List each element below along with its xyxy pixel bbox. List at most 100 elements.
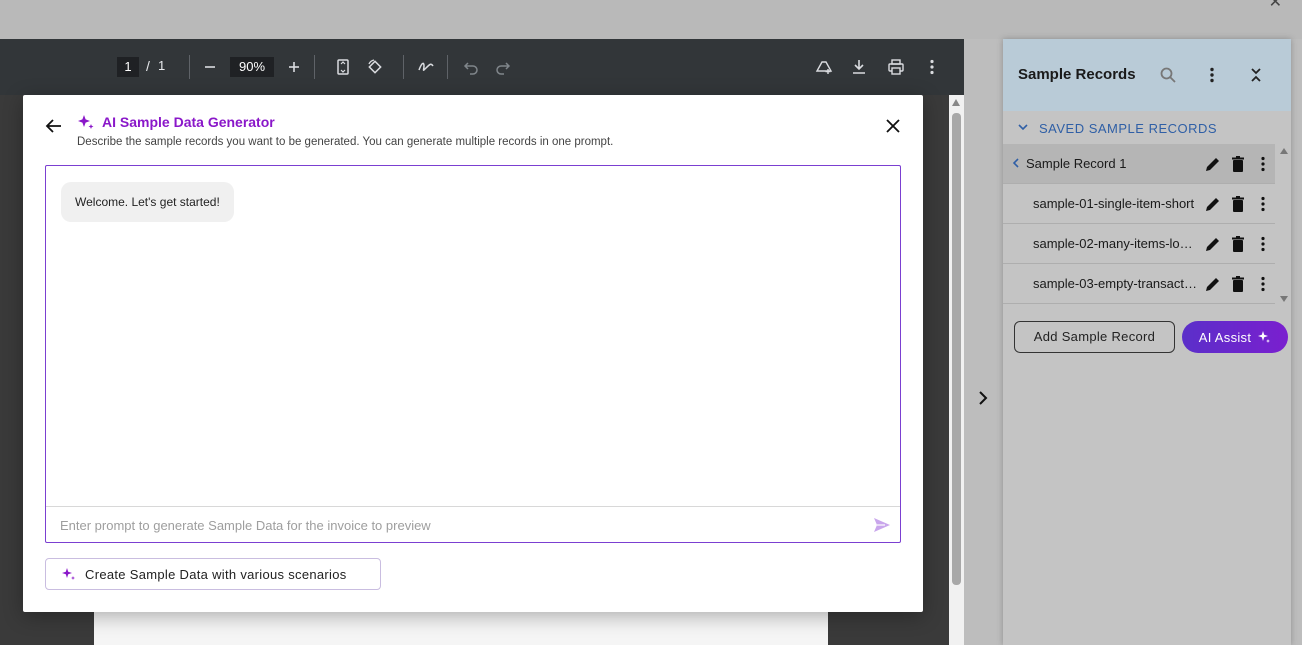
sparkle-icon xyxy=(1258,331,1271,343)
fit-page-button[interactable] xyxy=(333,57,353,77)
toolbar-divider xyxy=(189,55,190,79)
annotate-button[interactable] xyxy=(416,57,436,77)
scroll-up-arrow-icon[interactable] xyxy=(952,99,960,106)
pencil-icon xyxy=(1206,278,1219,291)
pencil-icon xyxy=(1206,158,1219,171)
zoom-out-button[interactable] xyxy=(200,57,220,77)
panel-title: Sample Records xyxy=(1018,66,1136,83)
undo-icon xyxy=(463,62,478,75)
scroll-up-arrow-icon[interactable] xyxy=(1280,148,1288,154)
more-vert-icon xyxy=(1210,67,1214,83)
redo-button[interactable] xyxy=(493,57,513,77)
records-scrollbar[interactable] xyxy=(1277,144,1291,306)
ai-assist-button[interactable]: AI Assist xyxy=(1182,321,1288,353)
rotate-button[interactable] xyxy=(365,57,385,77)
trash-icon xyxy=(1232,156,1244,172)
dialog-subtitle: Describe the sample records you want to … xyxy=(77,136,614,148)
ai-assist-label: AI Assist xyxy=(1198,329,1252,345)
edit-button[interactable] xyxy=(1203,274,1223,294)
download-button[interactable] xyxy=(849,57,869,77)
record-name: sample-02-many-items-lon... xyxy=(1033,236,1197,251)
list-item[interactable]: sample-02-many-items-lon... xyxy=(1003,224,1275,264)
send-icon[interactable] xyxy=(872,515,892,535)
welcome-message: Welcome. Let's get started! xyxy=(61,182,234,222)
more-vert-icon xyxy=(1261,236,1265,252)
zoom-in-button[interactable] xyxy=(284,57,304,77)
more-vert-icon xyxy=(930,59,934,75)
toolbar-divider xyxy=(314,55,315,79)
record-menu-button[interactable] xyxy=(1253,194,1273,214)
record-menu-button[interactable] xyxy=(1253,154,1273,174)
toolbar-divider xyxy=(447,55,448,79)
trash-icon xyxy=(1232,276,1244,292)
sparkle-icon xyxy=(62,568,75,580)
top-strip: ✕ xyxy=(0,0,1302,39)
scroll-down-arrow-icon[interactable] xyxy=(1280,296,1288,302)
list-item[interactable]: Sample Record 1 xyxy=(1003,144,1275,184)
edit-button[interactable] xyxy=(1203,154,1223,174)
record-name: sample-01-single-item-short xyxy=(1033,196,1195,211)
delete-button[interactable] xyxy=(1228,234,1248,254)
collapse-icon xyxy=(1251,68,1261,82)
page-total: 1 xyxy=(158,58,166,73)
list-item[interactable]: sample-01-single-item-short xyxy=(1003,184,1275,224)
plus-icon xyxy=(289,62,299,72)
chevron-down-icon xyxy=(1018,124,1028,131)
print-icon xyxy=(888,59,904,75)
search-button[interactable] xyxy=(1157,64,1179,86)
page-number-input[interactable]: 1 xyxy=(117,57,139,77)
window-close-icon[interactable]: ✕ xyxy=(1269,0,1282,12)
chat-panel: Welcome. Let's get started! xyxy=(45,165,901,543)
trash-icon xyxy=(1232,196,1244,212)
arrow-back-icon[interactable] xyxy=(44,116,64,136)
delete-button[interactable] xyxy=(1228,154,1248,174)
fit-page-icon xyxy=(337,59,349,75)
chevron-left-icon[interactable] xyxy=(1011,157,1021,169)
scrollbar-thumb[interactable] xyxy=(952,113,961,585)
pencil-icon xyxy=(1206,198,1219,211)
delete-button[interactable] xyxy=(1228,194,1248,214)
drive-add-icon xyxy=(815,61,833,74)
more-vert-icon xyxy=(1261,196,1265,212)
record-name: Sample Record 1 xyxy=(1026,156,1127,171)
draw-icon xyxy=(418,62,434,71)
edit-button[interactable] xyxy=(1203,234,1223,254)
panel-gutter xyxy=(964,39,1002,645)
zoom-level-input[interactable]: 90% xyxy=(230,57,274,77)
sparkle-icon xyxy=(78,115,94,129)
record-menu-button[interactable] xyxy=(1253,234,1273,254)
prompt-input[interactable] xyxy=(60,515,850,535)
sample-records-panel: Sample Records SAVED SAMPLE RECORDS Samp… xyxy=(1003,39,1291,645)
ai-generator-dialog: AI Sample Data Generator Describe the sa… xyxy=(23,95,923,612)
save-to-drive-button[interactable] xyxy=(814,57,834,77)
collapse-button[interactable] xyxy=(1245,64,1267,86)
delete-button[interactable] xyxy=(1228,274,1248,294)
create-scenarios-button[interactable]: Create Sample Data with various scenario… xyxy=(45,558,381,590)
pdf-scrollbar[interactable] xyxy=(949,95,964,645)
edit-button[interactable] xyxy=(1203,194,1223,214)
search-icon xyxy=(1160,67,1176,83)
chevron-right-icon[interactable] xyxy=(972,387,994,409)
more-vert-icon xyxy=(1261,276,1265,292)
trash-icon xyxy=(1232,236,1244,252)
records-list: Sample Record 1 sample-01-single-item-sh… xyxy=(1003,144,1291,306)
pencil-icon xyxy=(1206,238,1219,251)
undo-button[interactable] xyxy=(461,57,481,77)
dialog-title: AI Sample Data Generator xyxy=(102,114,275,130)
more-vert-icon xyxy=(1261,156,1265,172)
record-menu-button[interactable] xyxy=(1253,274,1273,294)
close-icon[interactable] xyxy=(883,116,903,136)
saved-records-header[interactable]: SAVED SAMPLE RECORDS xyxy=(1003,111,1291,144)
more-options-button[interactable] xyxy=(922,57,942,77)
panel-header: Sample Records xyxy=(1003,39,1291,111)
toolbar-divider xyxy=(403,55,404,79)
redo-icon xyxy=(496,62,511,75)
panel-menu-button[interactable] xyxy=(1201,64,1223,86)
rotate-icon xyxy=(368,59,382,74)
download-icon xyxy=(853,60,865,74)
create-scenarios-label: Create Sample Data with various scenario… xyxy=(85,566,347,582)
print-button[interactable] xyxy=(886,57,906,77)
record-name: sample-03-empty-transacti... xyxy=(1033,276,1197,291)
list-item[interactable]: sample-03-empty-transacti... xyxy=(1003,264,1275,304)
add-sample-record-button[interactable]: Add Sample Record xyxy=(1014,321,1175,353)
